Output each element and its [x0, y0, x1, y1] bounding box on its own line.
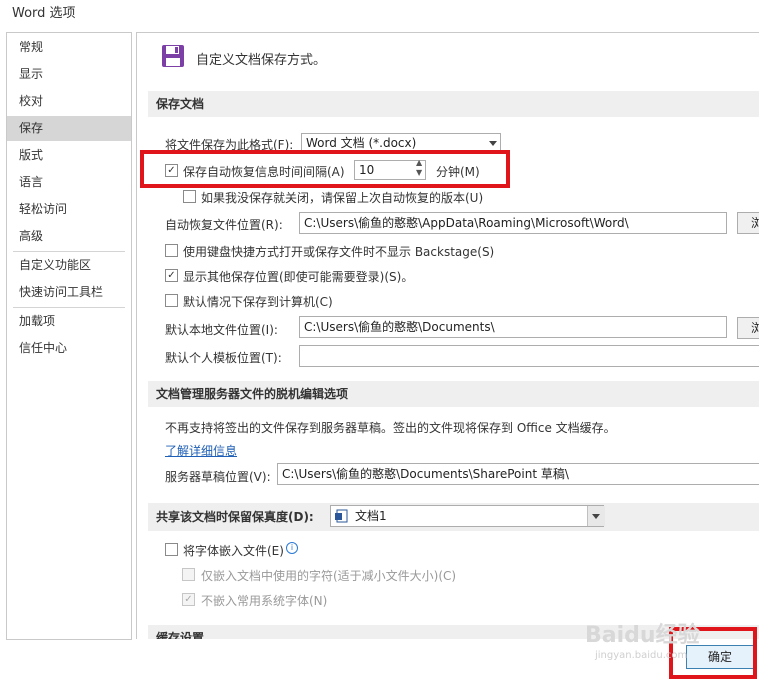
server-drafts-input[interactable]: C:\Users\偷鱼的憨憨\Documents\SharePoint 草稿\	[277, 463, 759, 485]
no-backstage-label: 使用键盘快捷方式打开或保存文件时不显示 Backstage(S)	[183, 245, 495, 259]
fidelity-document-select[interactable]: 文档1	[330, 505, 604, 527]
nav-item-advanced[interactable]: 高级	[7, 224, 131, 249]
nav-item-addins[interactable]: 加载项	[7, 309, 131, 334]
save-to-computer-checkbox[interactable]	[165, 294, 178, 307]
watermark-url: jingyan.baidu.com	[595, 650, 688, 661]
section-save-documents: 保存文档	[148, 91, 759, 117]
nav-item-general[interactable]: 常规	[7, 35, 131, 60]
nav-item-accessibility[interactable]: 轻松访问	[7, 197, 131, 222]
learn-more-link[interactable]: 了解详细信息	[165, 442, 237, 459]
nav-divider	[13, 251, 125, 252]
show-other-locations-label: 显示其他保存位置(即使可能需要登录)(S)。	[183, 270, 414, 284]
default-local-input[interactable]: C:\Users\偷鱼的憨憨\Documents\	[299, 316, 727, 338]
save-format-value: Word 文档 (*.docx)	[306, 136, 417, 150]
chevron-down-icon	[489, 141, 497, 146]
page-header: 自定义文档保存方式。	[196, 53, 327, 68]
keep-last-autosave-checkbox[interactable]	[183, 190, 196, 203]
nav-item-save[interactable]: 保存	[7, 116, 131, 141]
autorecover-location-label: 自动恢复文件位置(R):	[165, 218, 283, 232]
server-drafts-label: 服务器草稿位置(V):	[165, 470, 271, 484]
fidelity-document-value: 文档1	[355, 509, 387, 523]
save-icon	[162, 45, 184, 67]
options-content: 自定义文档保存方式。 保存文档 将文件保存为此格式(F): Word 文档 (*…	[136, 32, 759, 639]
nav-item-quick-access-toolbar[interactable]: 快速访问工具栏	[7, 280, 131, 305]
watermark-brand: Baidu经验	[585, 623, 700, 648]
embed-fonts-label: 将字体嵌入文件(E)	[183, 544, 284, 558]
autorecover-highlight-box	[140, 150, 510, 188]
default-local-label: 默认本地文件位置(I):	[165, 323, 278, 337]
info-icon[interactable]: i	[286, 542, 298, 554]
fidelity-dropdown-button[interactable]	[587, 506, 605, 526]
window-title: Word 选项	[12, 6, 76, 21]
nav-item-proofing[interactable]: 校对	[7, 89, 131, 114]
autorecover-location-value: C:\Users\偷鱼的憨憨\AppData\Roaming\Microsoft…	[304, 216, 629, 230]
nav-item-layout[interactable]: 版式	[7, 143, 131, 168]
chevron-down-icon	[592, 514, 600, 519]
nav-item-customize-ribbon[interactable]: 自定义功能区	[7, 253, 131, 278]
default-template-label: 默认个人模板位置(T):	[165, 351, 282, 365]
default-local-value: C:\Users\偷鱼的憨憨\Documents\	[304, 320, 495, 334]
offline-note: 不再支持将签出的文件保存到服务器草稿。签出的文件现将保存到 Office 文档缓…	[165, 421, 616, 435]
embed-fonts-checkbox[interactable]	[165, 543, 178, 556]
no-common-fonts-label: 不嵌入常用系统字体(N)	[201, 594, 328, 608]
nav-item-language[interactable]: 语言	[7, 170, 131, 195]
save-to-computer-label: 默认情况下保存到计算机(C)	[183, 295, 333, 309]
nav-item-display[interactable]: 显示	[7, 62, 131, 87]
browse-autorecover-button[interactable]: 浏	[737, 212, 759, 234]
only-used-chars-label: 仅嵌入文档中使用的字符(适于减小文件大小)(C)	[201, 569, 457, 583]
show-other-locations-checkbox[interactable]: ✓	[165, 269, 178, 282]
browse-local-button[interactable]: 浏	[737, 317, 759, 339]
options-nav: 常规 显示 校对 保存 版式 语言 轻松访问 高级 自定义功能区 快速访问工具栏…	[6, 32, 132, 640]
only-used-chars-checkbox	[182, 568, 195, 581]
server-drafts-value: C:\Users\偷鱼的憨憨\Documents\SharePoint 草稿\	[282, 467, 569, 481]
no-backstage-checkbox[interactable]	[165, 244, 178, 257]
autorecover-location-input[interactable]: C:\Users\偷鱼的憨憨\AppData\Roaming\Microsoft…	[299, 212, 727, 234]
nav-divider	[13, 307, 125, 308]
default-template-input[interactable]	[299, 345, 759, 367]
keep-last-autosave-label: 如果我没保存就关闭，请保留上次自动恢复的版本(U)	[201, 191, 484, 205]
word-document-icon	[335, 509, 348, 523]
no-common-fonts-checkbox: ✓	[182, 593, 195, 606]
section-offline-editing: 文档管理服务器文件的脱机编辑选项	[148, 381, 759, 407]
nav-item-trust-center[interactable]: 信任中心	[7, 336, 131, 361]
